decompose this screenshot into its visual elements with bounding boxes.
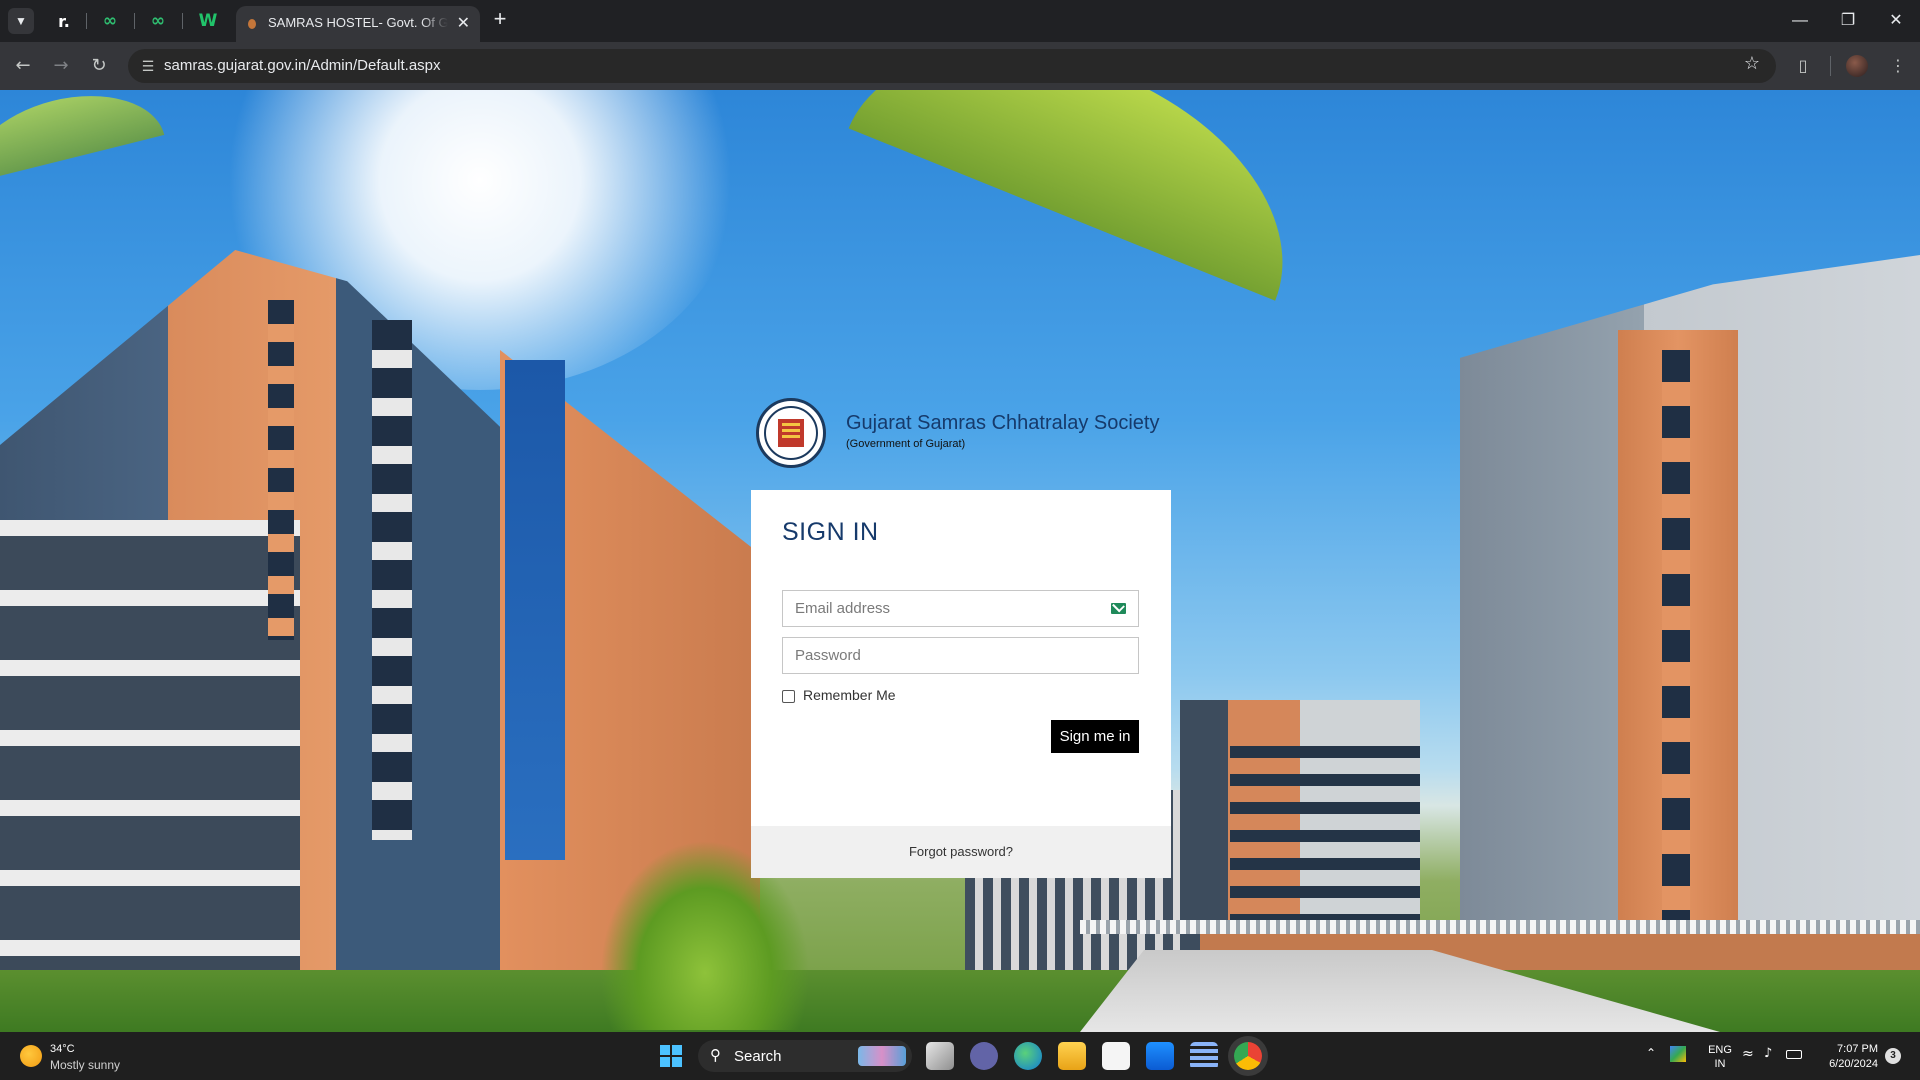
tab-search-chevron-icon[interactable]: ▼ — [8, 8, 34, 34]
battery-icon[interactable] — [1786, 1050, 1802, 1059]
left-building-glass — [505, 360, 565, 860]
pinned-tab-oo-icon[interactable]: ∞ — [146, 9, 170, 33]
extensions-puzzle-icon[interactable]: ▯ — [1789, 52, 1817, 80]
fence — [1080, 920, 1920, 934]
windows-start-icon[interactable] — [660, 1045, 682, 1067]
taskbar-search[interactable]: ⚲ Search — [698, 1040, 912, 1072]
remember-me-label[interactable]: Remember Me — [803, 687, 896, 703]
pinned-tab-r-icon[interactable]: r. — [52, 9, 76, 33]
windows-taskbar: 34°C Mostly sunny ⚲ Search ⌃ ENG IN ≈ ♪ … — [0, 1032, 1920, 1080]
right-building-windows — [1662, 350, 1690, 950]
society-seal-logo — [756, 398, 826, 468]
close-tab-icon[interactable]: ✕ — [457, 13, 470, 33]
system-clock[interactable]: 7:07 PM 6/20/2024 — [1806, 1042, 1878, 1072]
notification-badge[interactable]: 3 — [1885, 1048, 1901, 1064]
wifi-icon[interactable]: ≈ — [1742, 1046, 1754, 1062]
remember-me-checkbox[interactable] — [782, 690, 795, 703]
login-card-footer: Forgot password? — [751, 826, 1171, 878]
weather-temperature[interactable]: 34°C — [50, 1043, 75, 1055]
signin-heading: SIGN IN — [782, 518, 879, 546]
search-icon: ⚲ — [710, 1046, 721, 1064]
language-indicator[interactable]: ENG IN — [1700, 1043, 1740, 1071]
site-settings-icon[interactable]: ☰ — [136, 54, 160, 78]
active-tab[interactable]: SAMRAS HOSTEL- Govt. Of Gujarat ✕ — [236, 6, 480, 42]
email-input[interactable] — [783, 591, 1138, 626]
tasks-app-icon[interactable] — [1190, 1042, 1218, 1070]
samras-favicon-icon — [248, 19, 256, 29]
teams-chat-icon[interactable] — [970, 1042, 998, 1070]
mail-app-icon[interactable] — [1146, 1042, 1174, 1070]
brand-name: Gujarat Samras Chhatralay Society — [846, 412, 1160, 434]
taskbar-search-label: Search — [734, 1048, 782, 1065]
brand-subtitle: (Government of Gujarat) — [846, 438, 966, 450]
file-explorer-icon[interactable] — [1058, 1042, 1086, 1070]
bookmark-star-icon[interactable]: ☆ — [1744, 53, 1760, 74]
login-card: SIGN IN Remember Me Sign me in Forgot pa… — [751, 490, 1171, 878]
tab-separator — [86, 13, 87, 29]
address-url[interactable]: samras.gujarat.gov.in/Admin/Default.aspx — [164, 57, 441, 74]
microsoft-store-icon[interactable] — [1102, 1042, 1130, 1070]
email-field[interactable] — [782, 590, 1139, 627]
tab-separator — [182, 13, 183, 29]
show-hidden-icons-chevron-icon[interactable]: ⌃ — [1646, 1046, 1656, 1060]
task-view-icon[interactable] — [926, 1042, 954, 1070]
minimize-window-button[interactable]: — — [1785, 8, 1815, 34]
pinned-tab-oo-icon[interactable]: ∞ — [98, 9, 122, 33]
brand-header: Gujarat Samras Chhatralay Society (Gover… — [756, 398, 1160, 468]
sign-in-button[interactable]: Sign me in — [1051, 720, 1139, 753]
edge-browser-icon[interactable] — [1014, 1042, 1042, 1070]
profile-avatar[interactable] — [1846, 55, 1868, 77]
browser-tab-bar: ▼ r. ∞ ∞ W SAMRAS HOSTEL- Govt. Of Gujar… — [0, 0, 1920, 42]
google-drive-icon[interactable] — [1670, 1046, 1686, 1062]
password-field[interactable] — [782, 637, 1139, 674]
forward-arrow-icon[interactable]: → — [47, 52, 75, 80]
tab-separator — [134, 13, 135, 29]
new-tab-button[interactable]: + — [488, 8, 512, 32]
close-window-button[interactable]: ✕ — [1881, 8, 1911, 34]
back-arrow-icon[interactable]: ← — [9, 52, 37, 80]
chrome-browser-icon[interactable] — [1234, 1042, 1262, 1070]
active-tab-title: SAMRAS HOSTEL- Govt. Of Gujarat — [268, 15, 448, 30]
weather-description[interactable]: Mostly sunny — [50, 1058, 120, 1072]
reload-icon[interactable]: ↻ — [85, 52, 113, 80]
palm-frond — [0, 90, 165, 184]
browser-toolbar: ← → ↻ ☰ samras.gujarat.gov.in/Admin/Defa… — [0, 42, 1920, 90]
forgot-password-link[interactable]: Forgot password? — [751, 844, 1171, 859]
sun-weather-icon[interactable] — [20, 1045, 42, 1067]
palm-frond — [848, 90, 1332, 301]
pinned-tab-w-icon[interactable]: W — [196, 9, 220, 33]
password-input[interactable] — [783, 638, 1138, 673]
toolbar-separator — [1830, 56, 1831, 76]
address-bar[interactable]: ☰ samras.gujarat.gov.in/Admin/Default.as… — [128, 49, 1776, 83]
left-building-balconies — [0, 520, 300, 1010]
left-building-windows — [268, 300, 294, 640]
page-viewport: Gujarat Samras Chhatralay Society (Gover… — [0, 90, 1920, 1032]
search-highlight-art — [858, 1046, 906, 1066]
envelope-icon — [1111, 603, 1126, 614]
restore-window-button[interactable]: ❐ — [1833, 8, 1863, 34]
volume-icon[interactable]: ♪ — [1764, 1046, 1772, 1061]
left-building-windows — [372, 320, 412, 840]
browser-menu-icon[interactable]: ⋮ — [1884, 52, 1912, 80]
